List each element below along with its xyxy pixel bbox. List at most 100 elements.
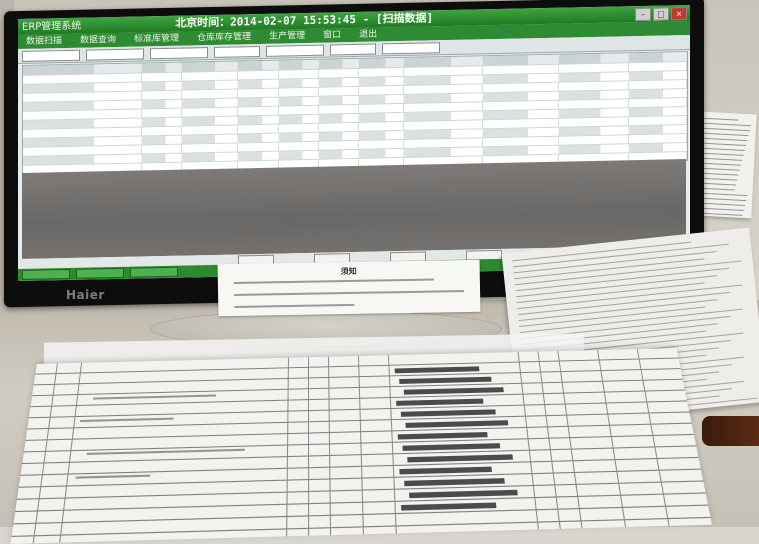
table-cell (359, 77, 403, 86)
table-cell (182, 152, 238, 161)
notice-text-line (234, 279, 434, 284)
table-cell (142, 145, 182, 154)
table-cell (483, 110, 559, 120)
table-cell (279, 133, 319, 142)
close-icon[interactable]: × (671, 7, 687, 20)
table-cell (629, 107, 687, 116)
menu-item-window[interactable]: 窗口 (323, 28, 341, 42)
table-cell (182, 125, 238, 134)
taskbar-item[interactable] (130, 267, 178, 278)
table-cell (142, 100, 182, 109)
table-cell (559, 63, 629, 72)
form-rule (308, 357, 309, 536)
table-cell (238, 116, 278, 125)
table-cell (319, 69, 359, 78)
minimize-icon[interactable]: – (635, 8, 651, 21)
table-cell (319, 132, 359, 141)
form-rule (33, 363, 58, 543)
table-cell (182, 116, 238, 125)
taskbar-item[interactable] (22, 269, 70, 280)
form-rule (597, 350, 626, 527)
text-line (515, 260, 742, 285)
table-cell (483, 101, 559, 111)
filter-dropdown[interactable] (214, 45, 260, 57)
menu-item-exit[interactable]: 退出 (359, 28, 377, 42)
monitor-brand-logo: Haier (66, 288, 105, 302)
filter-field[interactable] (22, 49, 80, 61)
filter-field[interactable] (86, 48, 144, 60)
table-cell (238, 134, 278, 143)
menu-item-standard-library[interactable]: 标准库管理 (134, 32, 179, 47)
table-cell (559, 126, 629, 135)
table-cell (559, 108, 629, 117)
menu-item-query[interactable]: 数据查询 (80, 33, 116, 48)
table-cell (319, 141, 359, 150)
table-cell (629, 125, 687, 134)
table-cell (404, 75, 484, 85)
table-cell (404, 102, 484, 112)
printed-bar (395, 366, 480, 373)
notice-text-line (234, 304, 354, 308)
text-line (520, 309, 743, 333)
table-cell (182, 134, 238, 143)
table-cell (142, 82, 182, 91)
printed-bar (399, 377, 491, 384)
taskbar-item[interactable] (76, 268, 124, 279)
table-cell (238, 125, 278, 134)
menu-item-inventory[interactable]: 仓库库存管理 (197, 30, 251, 45)
table-cell (629, 80, 687, 89)
table-cell (559, 117, 629, 126)
table-cell (404, 120, 484, 130)
table-cell (238, 89, 278, 98)
table-cell (629, 143, 687, 152)
form-rule (388, 355, 397, 533)
form-rule (286, 358, 289, 537)
filter-field[interactable] (150, 47, 208, 59)
table-cell (559, 144, 629, 153)
form-rule (358, 356, 364, 534)
table-cell (483, 119, 559, 129)
form-rule (637, 349, 670, 526)
table-cell (359, 113, 403, 122)
filter-dropdown[interactable] (330, 43, 376, 55)
table-cell (483, 137, 559, 147)
maximize-icon[interactable]: □ (653, 7, 669, 20)
table-cell (182, 89, 238, 98)
table-cell (142, 91, 182, 100)
handwriting (75, 475, 150, 479)
table-cell (319, 78, 359, 87)
form-rule (59, 363, 82, 543)
table-cell (404, 84, 484, 94)
table-cell (279, 115, 319, 124)
table-cell (559, 135, 629, 144)
table-cell (238, 107, 278, 116)
table-cell (359, 58, 403, 68)
table-cell (182, 61, 238, 71)
table-cell (238, 143, 278, 152)
table-cell (483, 92, 559, 102)
table-cell (182, 98, 238, 107)
table-cell (629, 98, 687, 107)
table-cell (559, 81, 629, 90)
menu-item-scan[interactable]: 数据扫描 (26, 34, 62, 49)
table-cell (279, 79, 319, 88)
filter-field[interactable] (382, 42, 440, 54)
data-grid (22, 51, 688, 175)
table-cell (559, 90, 629, 99)
table-cell (182, 71, 238, 80)
filter-field[interactable] (266, 44, 324, 56)
photo-scene: ERP管理系统 北京时间：2014-02-07 15:53:45 - [扫描数据… (0, 0, 759, 527)
table-cell (279, 142, 319, 151)
table-cell (404, 111, 484, 121)
table-cell (142, 73, 182, 82)
table-cell (359, 86, 403, 95)
form-rule (557, 351, 582, 528)
form-rule (518, 352, 539, 529)
menu-item-production[interactable]: 生产管理 (269, 29, 305, 44)
table-cell (238, 71, 278, 80)
table-cell (629, 71, 687, 80)
table-cell (629, 89, 687, 98)
table-cell (279, 97, 319, 106)
text-line (518, 292, 730, 315)
table-cell (182, 143, 238, 152)
